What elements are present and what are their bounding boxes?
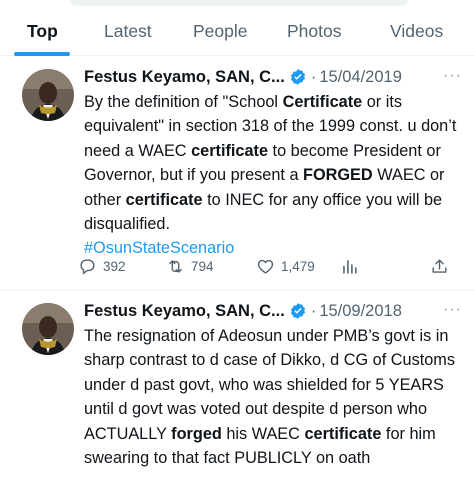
search-tabs: Top Latest People Photos Videos — [0, 8, 474, 56]
verified-badge-icon — [290, 69, 305, 85]
more-icon[interactable]: ··· — [443, 301, 462, 319]
retweet-icon — [169, 259, 182, 273]
reply-count: 392 — [103, 258, 126, 274]
tweet-actions: 392 794 1,479 — [78, 254, 458, 278]
views-button[interactable] — [340, 254, 365, 278]
like-button[interactable]: 1,479 — [256, 254, 315, 278]
avatar[interactable] — [22, 303, 74, 355]
share-button[interactable] — [430, 254, 455, 278]
tweet-date[interactable]: 15/09/2018 — [319, 302, 402, 321]
active-tab-indicator — [14, 52, 71, 56]
tweet-text: By the definition of "School Certificate… — [84, 93, 457, 258]
tab-people-label: People — [193, 21, 248, 41]
tab-latest[interactable]: Latest — [104, 8, 152, 55]
search-bar-remnant — [0, 0, 474, 8]
separator-dot: · — [310, 67, 317, 86]
tweet-date[interactable]: 15/04/2019 — [319, 68, 402, 87]
like-icon — [257, 259, 274, 274]
tab-top-label: Top — [27, 21, 58, 41]
tweet-header: Festus Keyamo, SAN, C... · 15/04/2019 — [84, 66, 402, 88]
tab-photos[interactable]: Photos — [287, 8, 341, 55]
tab-videos[interactable]: Videos — [390, 8, 443, 55]
share-icon — [432, 258, 447, 273]
like-count: 1,479 — [281, 258, 315, 274]
author-name[interactable]: Festus Keyamo, SAN, C... — [84, 68, 285, 87]
reply-icon — [80, 258, 95, 275]
retweet-button[interactable]: 794 — [166, 254, 214, 278]
tweet-text: The resignation of Adeosun under PMB’s g… — [84, 327, 456, 468]
verified-badge-icon — [290, 303, 305, 319]
separator-dot: · — [310, 301, 317, 320]
tab-people[interactable]: People — [193, 8, 248, 55]
views-icon — [343, 259, 357, 274]
tab-photos-label: Photos — [287, 21, 342, 41]
reply-button[interactable]: 392 — [78, 254, 126, 278]
tweet-header: Festus Keyamo, SAN, C... · 15/09/2018 — [84, 300, 402, 322]
avatar[interactable] — [22, 69, 74, 121]
tab-top[interactable]: Top — [14, 8, 71, 56]
more-icon[interactable]: ··· — [443, 67, 462, 85]
tweet[interactable]: Festus Keyamo, SAN, C... · 15/04/2019 ··… — [0, 57, 474, 291]
tab-videos-label: Videos — [390, 21, 444, 41]
retweet-count: 794 — [191, 258, 214, 274]
tweet[interactable]: Festus Keyamo, SAN, C... · 15/09/2018 ··… — [0, 291, 474, 482]
tab-latest-label: Latest — [104, 21, 152, 41]
author-name[interactable]: Festus Keyamo, SAN, C... — [84, 302, 285, 321]
